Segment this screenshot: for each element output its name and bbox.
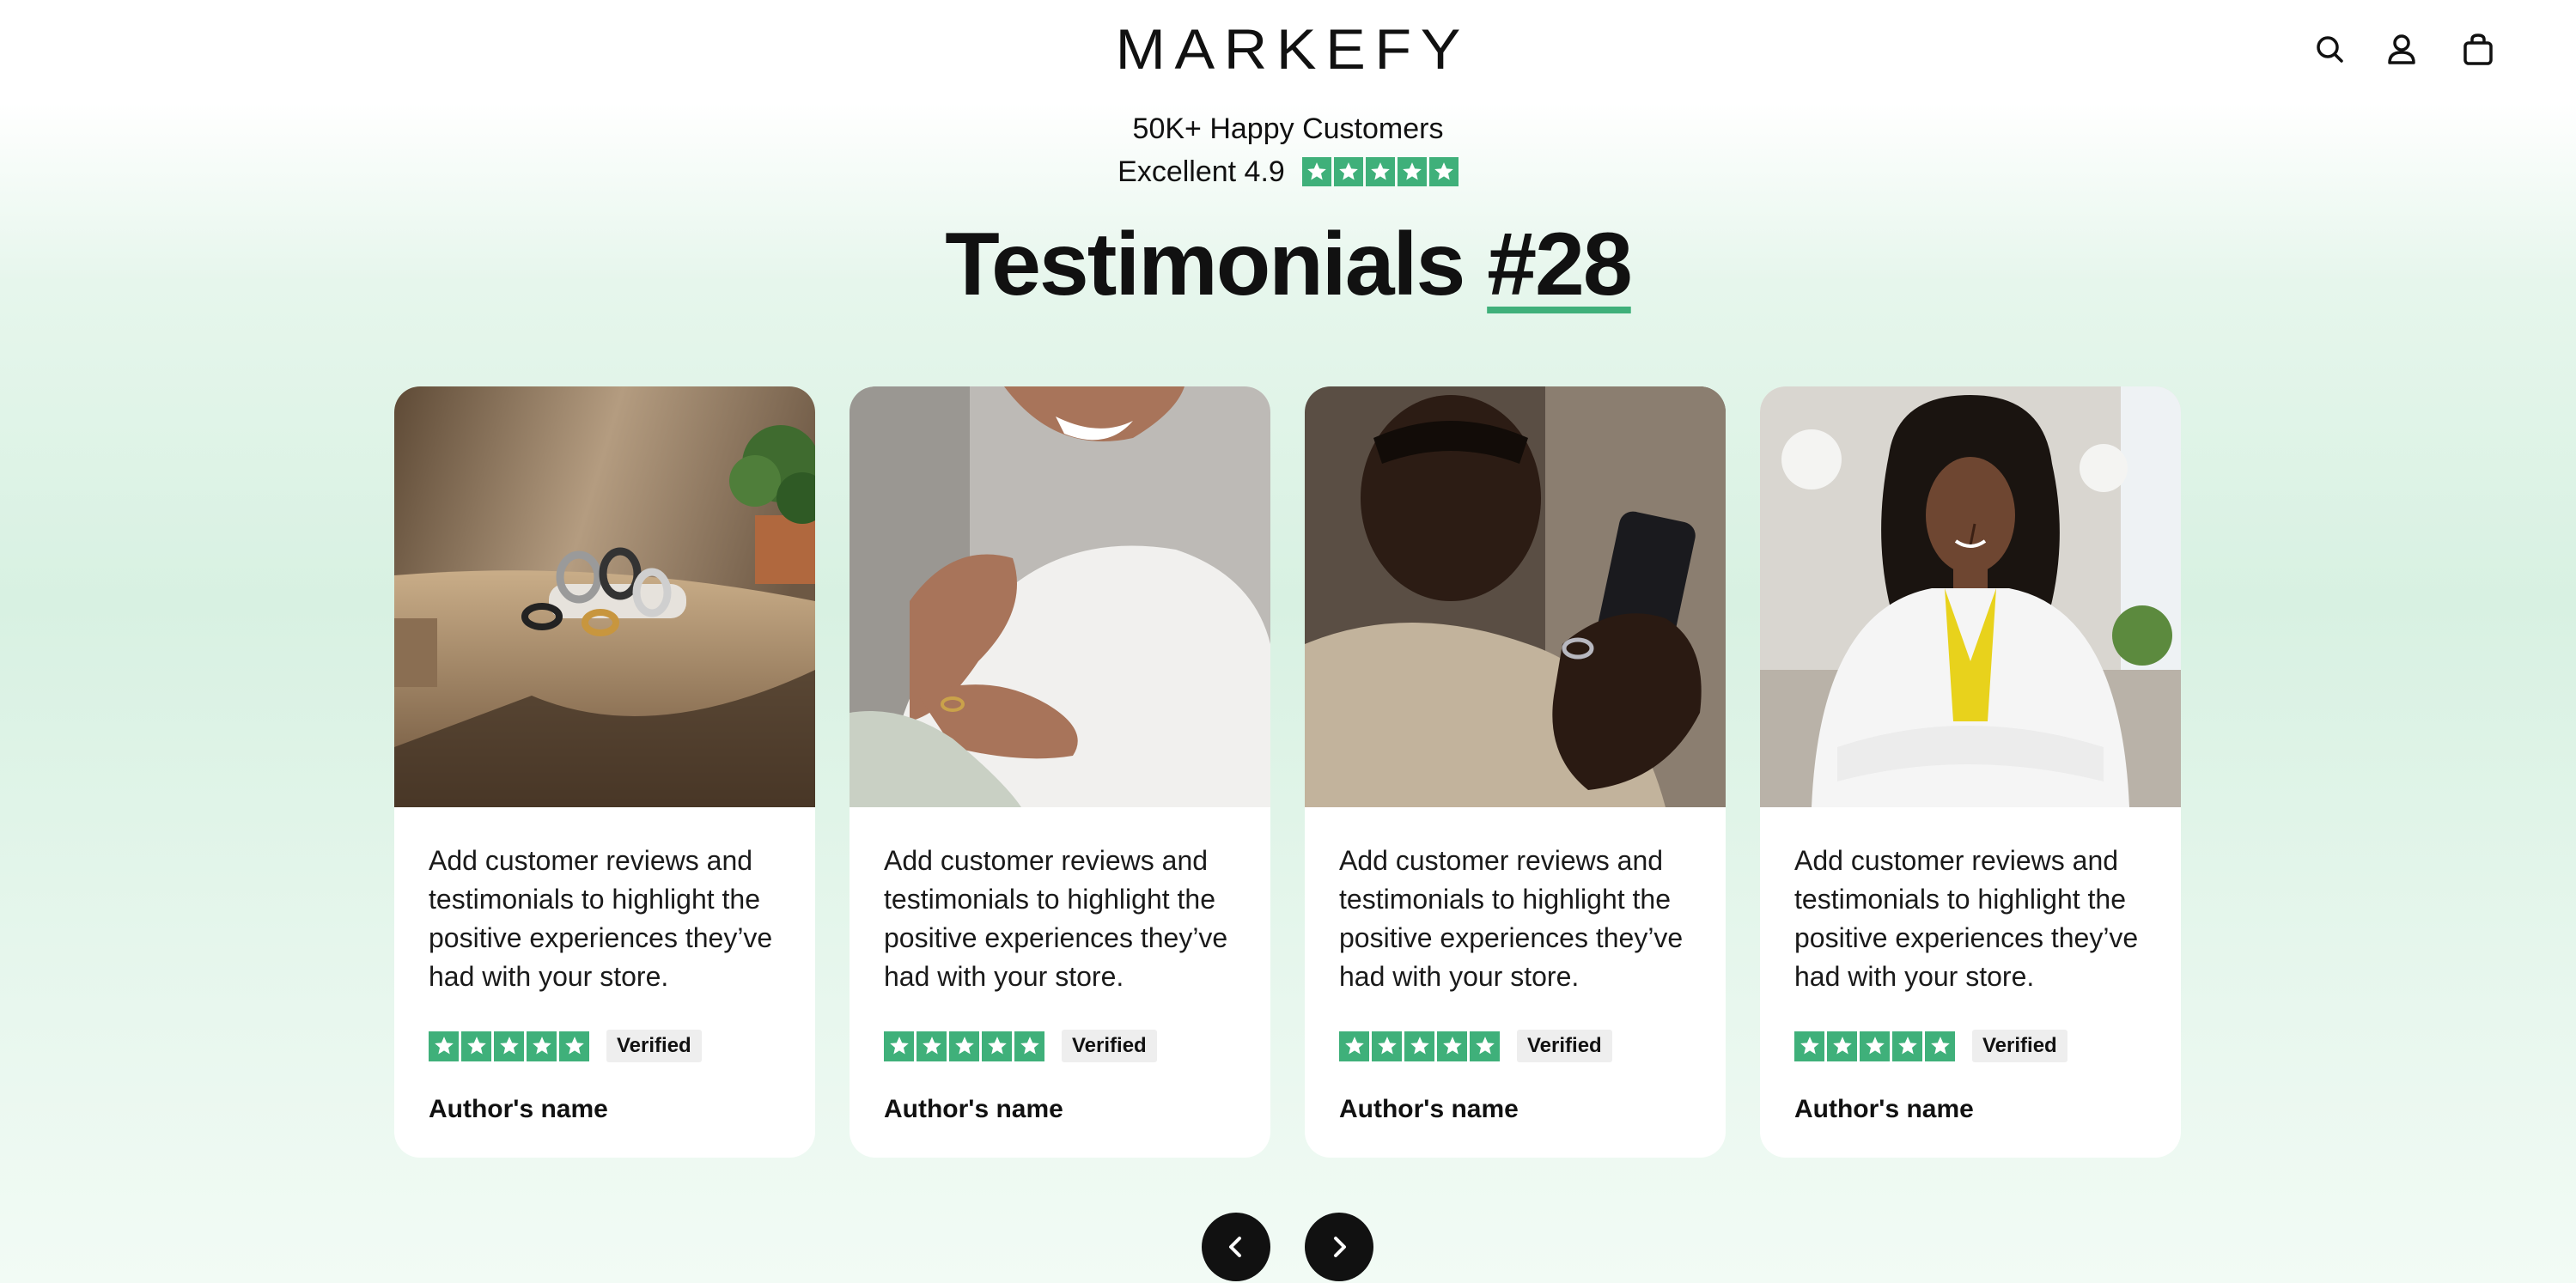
verified-badge: Verified [606, 1030, 702, 1062]
testimonial-rating: Verified [884, 1030, 1157, 1062]
star-icon [1827, 1031, 1857, 1061]
star-icon [559, 1031, 589, 1061]
author-name: Author's name [1794, 1095, 1974, 1123]
testimonial-stars [1339, 1031, 1500, 1061]
cart-icon[interactable] [2454, 26, 2502, 74]
star-icon [1301, 157, 1331, 186]
search-icon[interactable] [2306, 26, 2354, 74]
testimonial-rating: Verified [1339, 1030, 1612, 1062]
star-icon [1860, 1031, 1890, 1061]
rating-stars [1301, 157, 1459, 186]
star-icon [1470, 1031, 1500, 1061]
star-icon [917, 1031, 947, 1061]
star-icon [1404, 1031, 1434, 1061]
customers-count: 50K+ Happy Customers [1132, 112, 1444, 145]
testimonial-text: Add customer reviews and testimonials to… [1794, 845, 2139, 992]
star-icon [949, 1031, 979, 1061]
verified-badge: Verified [1517, 1030, 1612, 1062]
star-icon [1339, 1031, 1369, 1061]
verified-badge: Verified [1972, 1030, 2067, 1062]
page-title-number: #28 [1487, 215, 1633, 314]
brand-logo[interactable]: MARKEFY [1116, 19, 1462, 79]
star-icon [1014, 1031, 1044, 1061]
star-icon [494, 1031, 524, 1061]
testimonial-card: Add customer reviews and testimonials to… [850, 386, 1270, 1158]
testimonial-text: Add customer reviews and testimonials to… [1339, 845, 1684, 992]
testimonial-card: Add customer reviews and testimonials to… [1305, 386, 1726, 1158]
carousel-prev-button[interactable] [1202, 1213, 1270, 1281]
testimonial-photo-rings [394, 386, 815, 807]
star-icon [1333, 157, 1363, 186]
star-icon [1892, 1031, 1922, 1061]
star-icon [1794, 1031, 1824, 1061]
testimonial-stars [884, 1031, 1044, 1061]
author-name: Author's name [429, 1095, 608, 1123]
testimonial-stars [429, 1031, 589, 1061]
testimonial-text: Add customer reviews and testimonials to… [884, 845, 1228, 992]
star-icon [1437, 1031, 1467, 1061]
account-icon[interactable] [2378, 26, 2426, 74]
rating-summary: Excellent 4.9 [0, 149, 2576, 194]
chevron-left-icon [1229, 1237, 1241, 1257]
star-icon [884, 1031, 914, 1061]
page-title: Testimonials #28 [0, 211, 2576, 318]
site-header: MARKEFY [0, 0, 2576, 101]
star-icon [1365, 157, 1395, 186]
verified-badge: Verified [1062, 1030, 1157, 1062]
star-icon [429, 1031, 459, 1061]
testimonial-photo-woman-smiling [850, 386, 1270, 807]
star-icon [1397, 157, 1427, 186]
testimonial-card: Add customer reviews and testimonials to… [394, 386, 815, 1158]
testimonial-rating: Verified [1794, 1030, 2067, 1062]
star-icon [982, 1031, 1012, 1061]
author-name: Author's name [884, 1095, 1063, 1123]
testimonial-rating: Verified [429, 1030, 702, 1062]
testimonial-text: Add customer reviews and testimonials to… [429, 845, 773, 992]
page-title-text: Testimonials [945, 215, 1465, 314]
carousel-next-button[interactable] [1305, 1213, 1373, 1281]
testimonial-photo-man-phone [1305, 386, 1726, 807]
star-icon [461, 1031, 491, 1061]
chevron-right-icon [1334, 1237, 1346, 1257]
star-icon [527, 1031, 557, 1061]
testimonial-stars [1794, 1031, 1955, 1061]
star-icon [1372, 1031, 1402, 1061]
testimonial-photo-doctor [1760, 386, 2181, 807]
testimonial-card: Add customer reviews and testimonials to… [1760, 386, 2181, 1158]
star-icon [1925, 1031, 1955, 1061]
rating-score: Excellent 4.9 [1117, 155, 1285, 188]
star-icon [1428, 157, 1459, 186]
author-name: Author's name [1339, 1095, 1519, 1123]
